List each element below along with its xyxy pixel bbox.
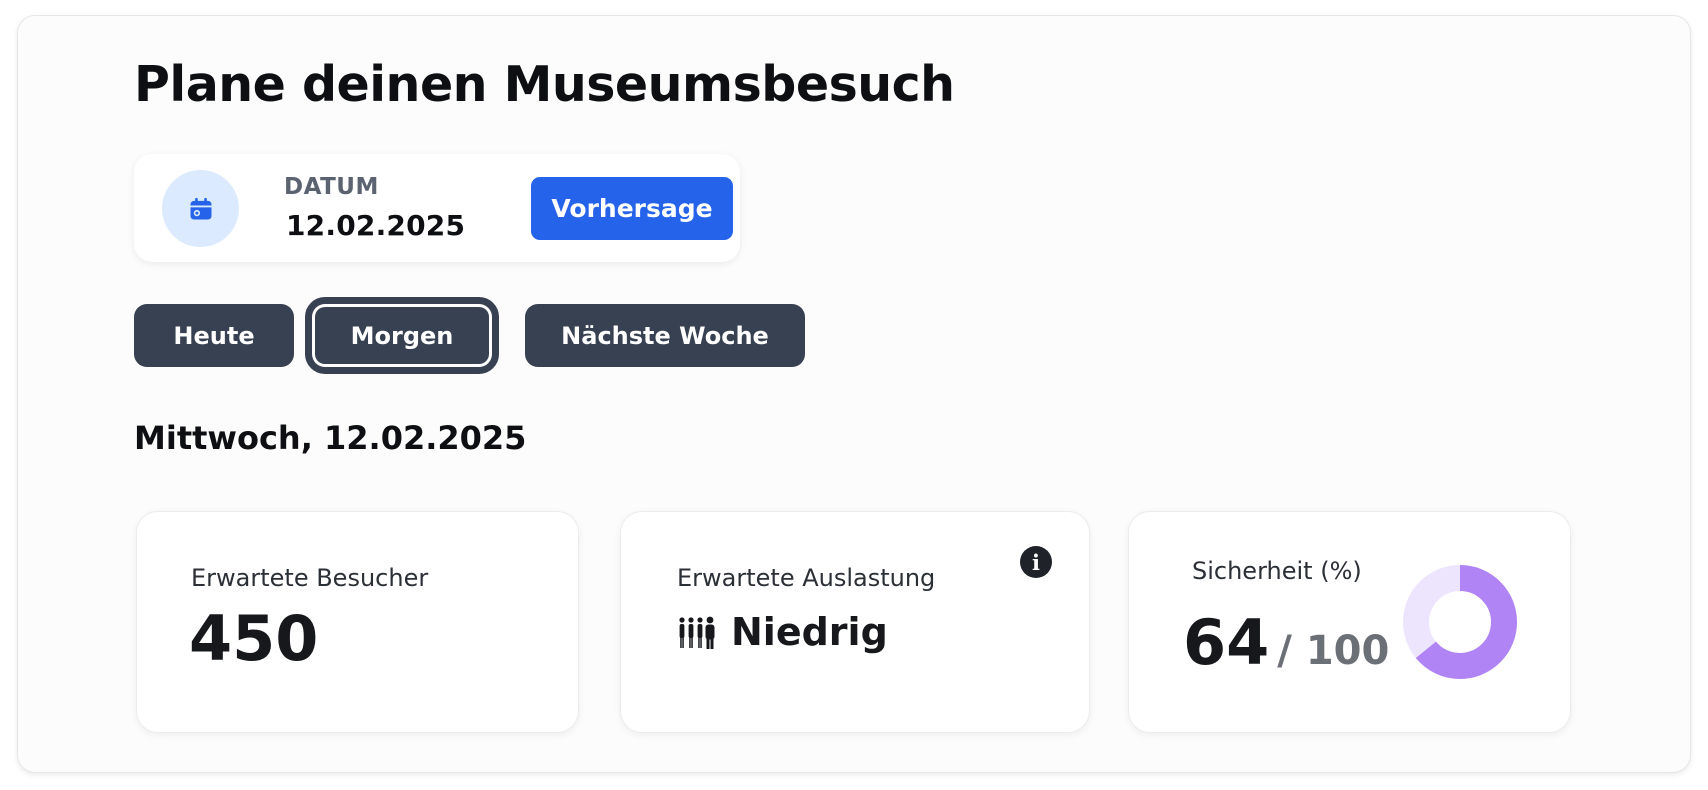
next-week-button[interactable]: Nächste Woche (525, 304, 805, 367)
visitors-card: Erwartete Besucher 450 (136, 511, 579, 733)
date-label: DATUM (284, 174, 379, 200)
certainty-donut-chart (1403, 565, 1517, 679)
visitors-value: 450 (189, 602, 319, 675)
certainty-max: / 100 (1277, 628, 1390, 674)
forecast-button[interactable]: Vorhersage (531, 177, 733, 240)
certainty-label: Sicherheit (%) (1192, 557, 1362, 585)
tomorrow-button[interactable]: Morgen (305, 297, 499, 374)
today-button[interactable]: Heute (134, 304, 294, 367)
people-icon (679, 616, 715, 649)
day-heading: Mittwoch, 12.02.2025 (134, 419, 527, 457)
load-label: Erwartete Auslastung (677, 564, 936, 592)
date-picker[interactable]: DATUM 12.02.2025 Vorhersage (134, 154, 740, 262)
certainty-value: 64 (1183, 606, 1270, 679)
certainty-card: Sicherheit (%) 64/ 100 (1128, 511, 1571, 733)
calendar-icon (190, 197, 211, 219)
info-icon[interactable]: i (1020, 546, 1052, 578)
load-value: Niedrig (731, 610, 888, 654)
page-title: Plane deinen Museumsbesuch (134, 56, 955, 113)
planner-card: Plane deinen Museumsbesuch DATUM 12.02.2… (17, 15, 1691, 773)
calendar-icon-badge (162, 170, 239, 247)
certainty-score: 64/ 100 (1183, 606, 1389, 679)
visitors-label: Erwartete Besucher (191, 564, 429, 592)
load-card: Erwartete Auslastung i Niedrig (620, 511, 1090, 733)
date-field[interactable]: 12.02.2025 (286, 209, 465, 242)
